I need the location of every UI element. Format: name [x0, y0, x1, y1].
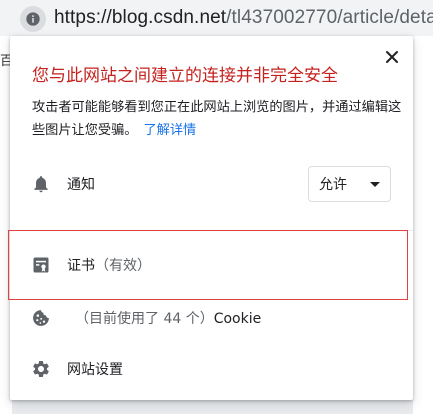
cookies-row[interactable]: （目前使用了 44 个）Cookie	[10, 298, 413, 338]
site-settings-row[interactable]: 网站设置	[10, 349, 413, 389]
url-host: https://blog.csdn.net	[54, 7, 227, 28]
cookies-title: Cookie	[213, 311, 262, 327]
site-info-popup: 您与此网站之间建立的连接并非完全安全 攻击者可能能够看到您正在此网站上浏览的图片…	[8, 36, 413, 400]
site-settings-label: 网站设置	[67, 362, 123, 378]
close-icon	[385, 50, 399, 64]
gear-icon	[31, 359, 51, 379]
address-bar: https://blog.csdn.net/tl437002770/articl…	[0, 0, 433, 36]
select-value: 允许	[319, 177, 347, 193]
connection-warning-title: 您与此网站之间建立的连接并非完全安全	[32, 66, 338, 86]
notifications-permission-select[interactable]: 允许	[308, 166, 391, 202]
close-button[interactable]	[380, 45, 404, 69]
certificate-label: 证书（有效）	[67, 255, 151, 275]
certificate-row[interactable]: 证书（有效）	[8, 230, 408, 300]
certificate-icon	[31, 255, 51, 275]
dropdown-arrow-icon	[370, 182, 380, 187]
background-right-column	[413, 36, 433, 414]
url-field[interactable]: https://blog.csdn.net/tl437002770/articl…	[54, 7, 433, 29]
background-bottom-strip	[12, 400, 413, 414]
cookie-icon	[31, 308, 51, 328]
connection-warning-description: 攻击者可能能够看到您正在此网站上浏览的图片，并通过编辑这些图片让您受骗。 了解详情	[32, 96, 402, 142]
cookies-label: （目前使用了 44 个）Cookie	[75, 308, 261, 328]
notifications-label: 通知	[67, 177, 95, 193]
url-path: /tl437002770/article/details	[226, 7, 433, 28]
bell-icon	[31, 174, 51, 194]
description-text: 攻击者可能能够看到您正在此网站上浏览的图片，并通过编辑这些图片让您受骗。	[32, 100, 402, 138]
certificate-status: （有效）	[95, 258, 151, 274]
certificate-title: 证书	[67, 258, 95, 274]
site-info-button[interactable]	[20, 6, 46, 32]
info-icon	[25, 11, 41, 27]
learn-more-link[interactable]: 了解详情	[144, 123, 197, 138]
cookies-count: （目前使用了 44 个）	[75, 311, 214, 327]
